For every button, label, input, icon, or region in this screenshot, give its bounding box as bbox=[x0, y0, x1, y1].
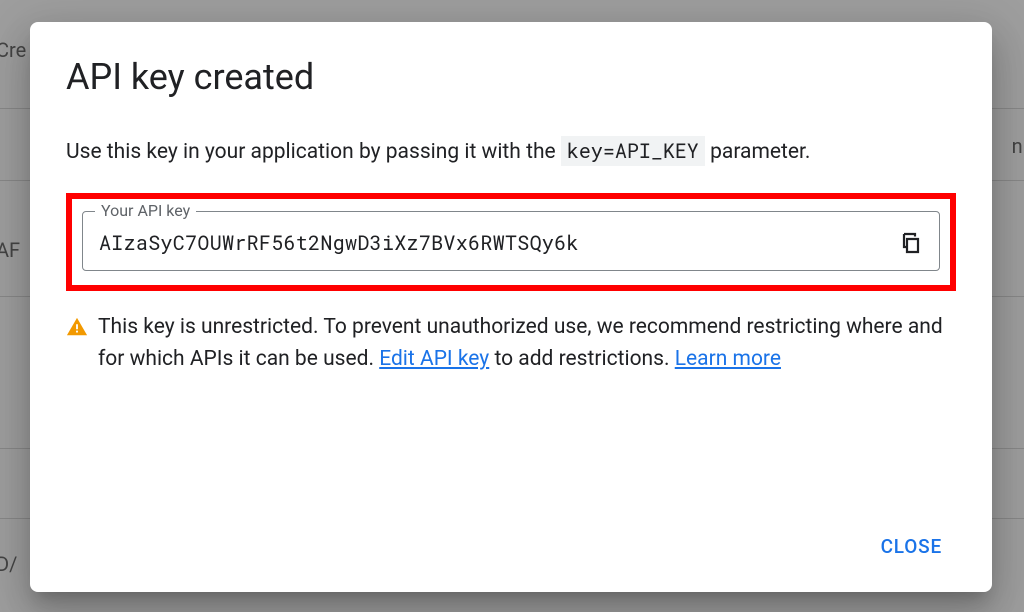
api-key-field-label: Your API key bbox=[95, 201, 196, 220]
bg-text: Cre bbox=[0, 38, 26, 62]
warning-section: This key is unrestricted. To prevent una… bbox=[66, 311, 956, 376]
api-key-value: AIzaSyC7OUWrRF56t2NgwD3iXz7BVx6RWTSQy6k bbox=[99, 230, 579, 256]
bg-text: AF bbox=[0, 238, 20, 262]
warning-mid: to add restrictions. bbox=[489, 347, 675, 371]
bg-text: D/ bbox=[0, 552, 17, 576]
description-code-param: key=API_KEY bbox=[561, 136, 705, 166]
copy-icon[interactable] bbox=[899, 231, 923, 255]
learn-more-link[interactable]: Learn more bbox=[675, 347, 781, 371]
warning-text: This key is unrestricted. To prevent una… bbox=[98, 311, 956, 376]
description-prefix: Use this key in your application by pass… bbox=[66, 140, 561, 164]
dialog-description: Use this key in your application by pass… bbox=[66, 136, 956, 169]
bg-text: n. bbox=[1012, 134, 1024, 158]
api-key-field: Your API key AIzaSyC7OUWrRF56t2NgwD3iXz7… bbox=[82, 211, 940, 271]
api-key-created-dialog: API key created Use this key in your app… bbox=[30, 22, 992, 592]
description-suffix: parameter. bbox=[710, 140, 810, 164]
close-button[interactable]: CLOSE bbox=[867, 525, 956, 568]
edit-api-key-link[interactable]: Edit API key bbox=[379, 347, 489, 371]
dialog-actions: CLOSE bbox=[66, 505, 956, 568]
highlight-annotation-box: Your API key AIzaSyC7OUWrRF56t2NgwD3iXz7… bbox=[66, 193, 956, 291]
warning-icon bbox=[66, 316, 88, 338]
dialog-title: API key created bbox=[66, 56, 956, 98]
